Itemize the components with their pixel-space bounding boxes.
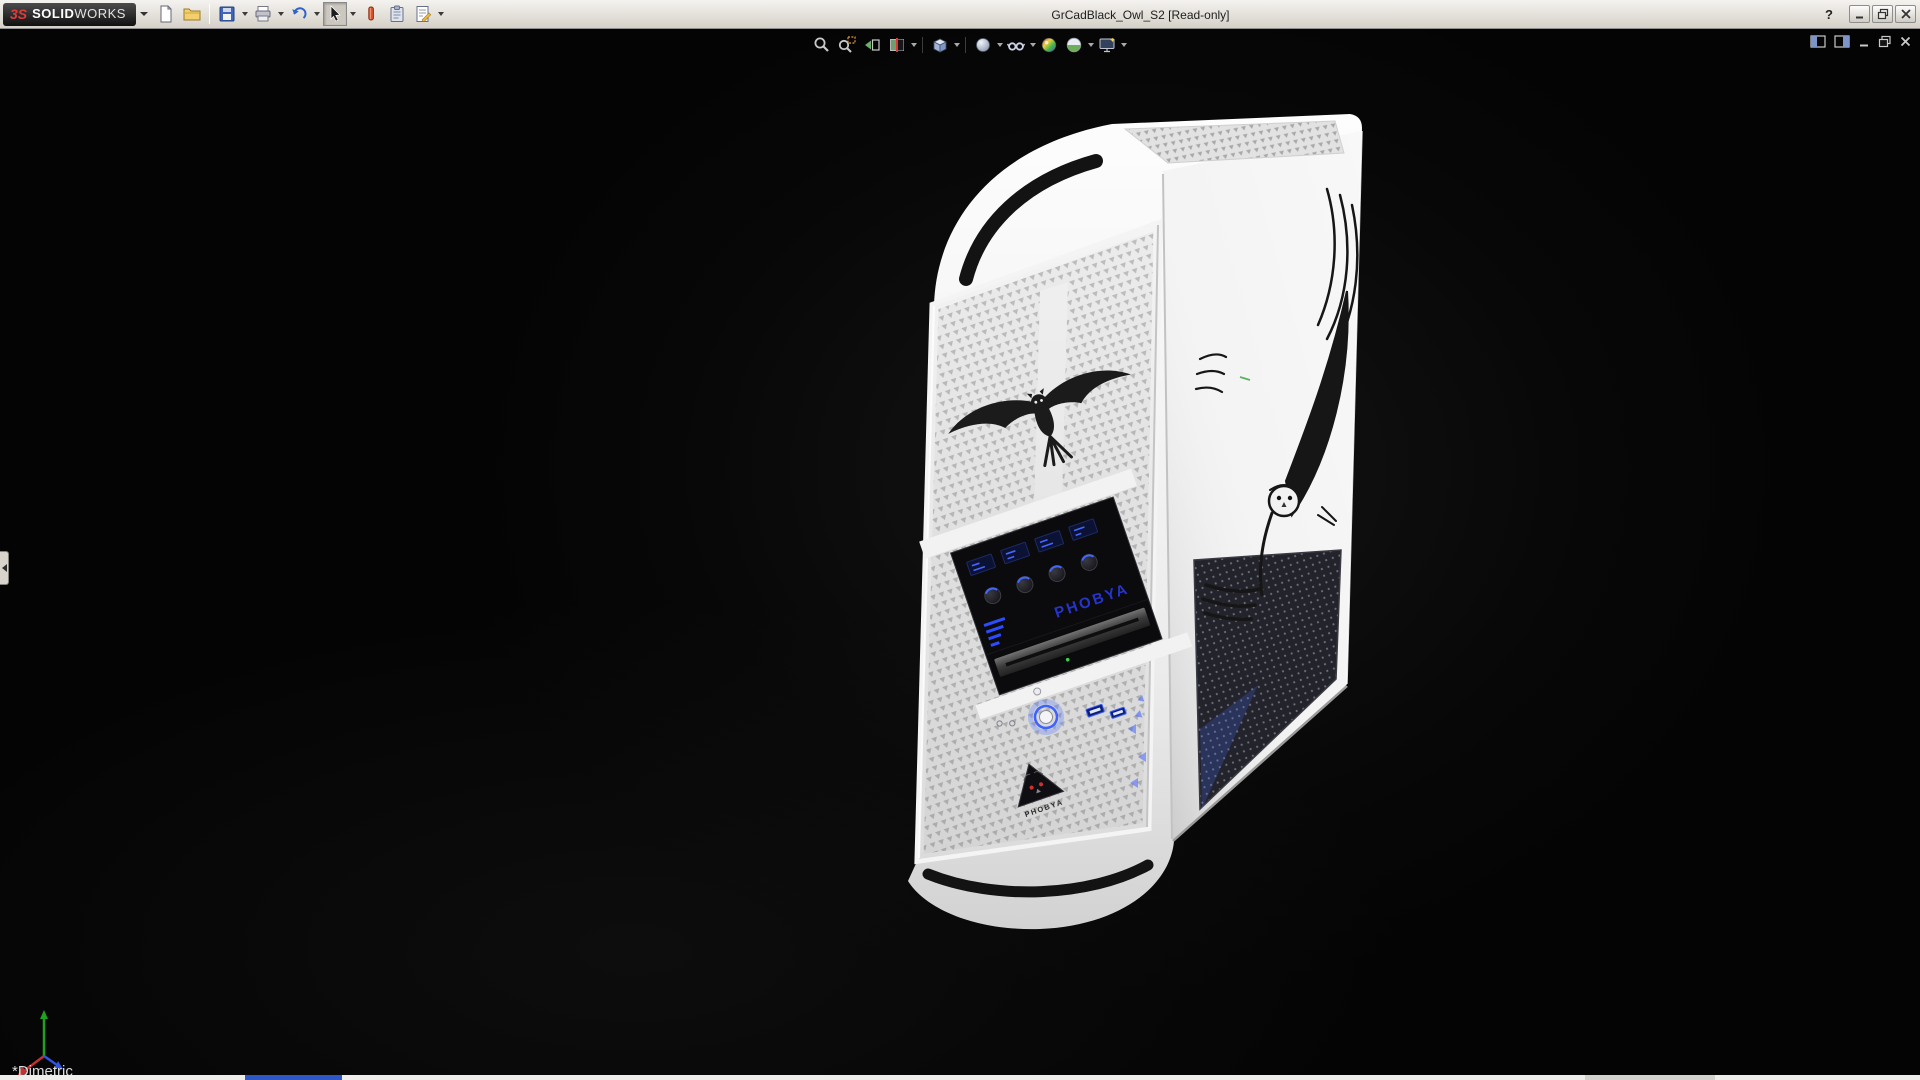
headsup-view-toolbar [810,33,1127,57]
clipboard-button[interactable] [385,2,409,26]
save-button[interactable] [215,2,239,26]
graphics-viewport[interactable]: PHOBYA [0,29,1920,1075]
triad-y-axis [40,1010,48,1019]
previous-view-button[interactable] [860,33,884,57]
help-button[interactable]: ? [1819,5,1839,23]
section-view-caret[interactable] [911,43,917,47]
taskbar-item-gray[interactable] [1585,1075,1715,1080]
document-properties-icon [413,4,433,24]
display-style-icon [973,35,993,55]
panel-tab-arrow-icon [2,564,7,572]
xpress-tools-icon [361,4,381,24]
undo-dropdown-caret[interactable] [314,12,320,16]
headsup-separator-2 [965,37,966,53]
section-view-icon [887,35,907,55]
new-document-icon [156,4,176,24]
pane-right-icon [1834,34,1851,49]
open-button[interactable] [180,2,204,26]
print-icon [253,4,273,24]
hide-show-glasses-icon [1006,35,1026,55]
select-dropdown-caret[interactable] [350,12,356,16]
doc-restore-icon [1878,35,1892,48]
main-toolbar [154,2,445,26]
doc-close-icon [1899,35,1912,48]
close-icon [1900,8,1912,20]
section-view-button[interactable] [885,33,909,57]
toolbar-flyout-caret[interactable] [140,12,148,16]
view-orientation-button[interactable] [928,33,952,57]
zoom-to-area-icon [837,35,857,55]
apply-scene-caret[interactable] [1088,43,1094,47]
taskbar-item-blue[interactable] [245,1075,342,1080]
undo-button[interactable] [287,2,311,26]
headsup-separator [922,37,923,53]
select-cursor-icon [325,4,345,24]
zoom-to-area-button[interactable] [835,33,859,57]
doc-restore-button[interactable] [1878,35,1892,48]
pane-left-icon [1810,34,1827,49]
feature-panel-collapse-tab[interactable] [0,551,9,585]
restore-button[interactable] [1872,5,1893,23]
view-orientation-label: *Dimetric [12,1063,73,1075]
properties-dropdown-caret[interactable] [438,12,444,16]
minimize-icon [1854,8,1866,20]
doc-minimize-icon [1858,35,1871,48]
view-settings-caret[interactable] [1121,43,1127,47]
minimize-button[interactable] [1849,5,1870,23]
edit-appearance-button[interactable] [1037,33,1061,57]
window-title: GrCadBlack_Owl_S2 [Read-only] [1051,8,1229,22]
restore-icon [1877,8,1889,20]
edit-appearance-ball-icon [1039,35,1059,55]
print-dropdown-caret[interactable] [278,12,284,16]
document-window-controls [1810,34,1912,49]
display-style-caret[interactable] [997,43,1003,47]
solidworks-logo-bold: SOLID [32,6,74,21]
display-style-button[interactable] [971,33,995,57]
hide-show-caret[interactable] [1030,43,1036,47]
hide-show-items-button[interactable] [1004,33,1028,57]
undo-icon [289,4,309,24]
new-document-button[interactable] [154,2,178,26]
doc-minimize-button[interactable] [1858,35,1871,48]
save-icon [217,4,237,24]
clipboard-icon [387,4,407,24]
window-controls: ? [1819,5,1916,23]
open-folder-icon [182,4,202,24]
view-settings-icon [1097,35,1117,55]
pane-right-button[interactable] [1834,34,1851,49]
xpress-tools-button[interactable] [359,2,383,26]
view-orientation-caret[interactable] [954,43,960,47]
select-button[interactable] [323,2,347,26]
toolbar-separator [209,4,210,24]
taskbar-sliver[interactable] [0,1075,1920,1080]
zoom-to-fit-button[interactable] [810,33,834,57]
apply-scene-icon [1064,35,1084,55]
apply-scene-button[interactable] [1062,33,1086,57]
titlebar: 3S SOLIDWORKS [0,0,1920,29]
view-orientation-cube-icon [930,35,950,55]
solidworks-logo-mark: 3S [10,6,27,22]
doc-close-button[interactable] [1899,35,1912,48]
pc-case-model: PHOBYA [908,114,1362,929]
print-button[interactable] [251,2,275,26]
solidworks-logo-light: WORKS [74,6,126,21]
save-dropdown-caret[interactable] [242,12,248,16]
3d-model-view[interactable]: PHOBYA [0,29,1920,1075]
previous-view-icon [862,35,882,55]
view-settings-button[interactable] [1095,33,1119,57]
zoom-to-fit-icon [812,35,832,55]
document-properties-button[interactable] [411,2,435,26]
solidworks-logo: 3S SOLIDWORKS [3,3,136,26]
pane-left-button[interactable] [1810,34,1827,49]
close-button[interactable] [1895,5,1916,23]
